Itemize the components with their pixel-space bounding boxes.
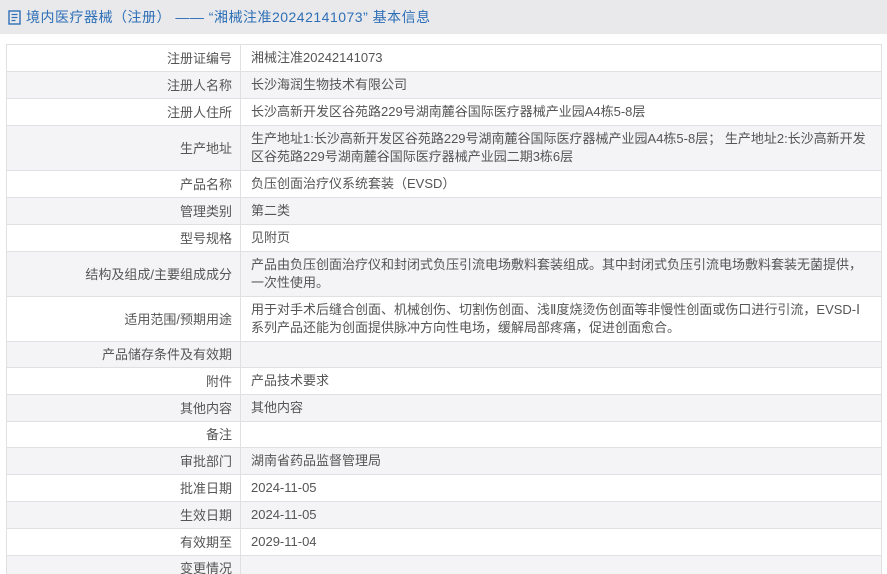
row-label: 注册人名称 bbox=[7, 72, 241, 98]
row-value: 2024-11-05 bbox=[251, 507, 317, 522]
row-label: 备注 bbox=[7, 422, 241, 447]
table-row: 审批部门 湖南省药品监督管理局 bbox=[7, 448, 881, 475]
row-label: 生效日期 bbox=[7, 502, 241, 528]
table-row: 管理类别 第二类 bbox=[7, 198, 881, 225]
row-value bbox=[241, 422, 881, 447]
row-value bbox=[241, 342, 881, 367]
table-row: 注册人住所 长沙高新开发区谷苑路229号湖南麓谷国际医疗器械产业园A4栋5-8层 bbox=[7, 99, 881, 126]
table-row: 生效日期 2024-11-05 bbox=[7, 502, 881, 529]
table-row: 注册证编号 湘械注准20242141073 bbox=[7, 45, 881, 72]
page-title: 境内医疗器械（注册） —— “湘械注准20242141073” 基本信息 bbox=[26, 9, 431, 25]
row-value: 产品技术要求 bbox=[251, 373, 330, 388]
row-label: 结构及组成/主要组成成分 bbox=[7, 252, 241, 296]
row-label: 变更情况 bbox=[7, 556, 241, 574]
row-label: 适用范围/预期用途 bbox=[7, 297, 241, 341]
row-value: 第二类 bbox=[251, 203, 291, 218]
row-value: 2024-11-05 bbox=[251, 480, 317, 495]
row-value: 见附页 bbox=[251, 230, 291, 245]
table-row: 附件 产品技术要求 bbox=[7, 368, 881, 395]
table-row: 产品储存条件及有效期 bbox=[7, 342, 881, 368]
row-value: 其他内容 bbox=[251, 400, 304, 415]
row-value bbox=[241, 556, 881, 574]
row-value: 2029-11-04 bbox=[251, 534, 317, 549]
row-value: 生产地址1:长沙高新开发区谷苑路229号湖南麓谷国际医疗器械产业园A4栋5-8层… bbox=[251, 131, 866, 164]
row-label: 产品储存条件及有效期 bbox=[7, 342, 241, 367]
row-value: 产品由负压创面治疗仪和封闭式负压引流电场敷料套装组成。其中封闭式负压引流电场敷料… bbox=[251, 257, 863, 290]
row-label: 附件 bbox=[7, 368, 241, 394]
table-row: 型号规格 见附页 bbox=[7, 225, 881, 252]
row-value: 湘械注准20242141073 bbox=[251, 50, 383, 65]
row-value: 长沙高新开发区谷苑路229号湖南麓谷国际医疗器械产业园A4栋5-8层 bbox=[251, 104, 646, 119]
row-label: 型号规格 bbox=[7, 225, 241, 251]
row-label: 审批部门 bbox=[7, 448, 241, 474]
row-label: 产品名称 bbox=[7, 171, 241, 197]
row-value: 负压创面治疗仪系统套装（EVSD） bbox=[251, 176, 456, 191]
table-row: 备注 bbox=[7, 422, 881, 448]
row-value: 用于对手术后缝合创面、机械创伤、切割伤创面、浅Ⅱ度烧烫伤创面等非慢性创面或伤口进… bbox=[251, 302, 860, 335]
table-row: 结构及组成/主要组成成分 产品由负压创面治疗仪和封闭式负压引流电场敷料套装组成。… bbox=[7, 252, 881, 297]
table-row: 注册人名称 长沙海润生物技术有限公司 bbox=[7, 72, 881, 99]
info-table: 注册证编号 湘械注准20242141073 注册人名称 长沙海润生物技术有限公司… bbox=[6, 44, 882, 574]
page-header: 境内医疗器械（注册） —— “湘械注准20242141073” 基本信息 bbox=[0, 0, 887, 34]
row-value: 长沙海润生物技术有限公司 bbox=[251, 77, 408, 92]
table-row: 批准日期 2024-11-05 bbox=[7, 475, 881, 502]
table-row: 生产地址 生产地址1:长沙高新开发区谷苑路229号湖南麓谷国际医疗器械产业园A4… bbox=[7, 126, 881, 171]
row-label: 其他内容 bbox=[7, 395, 241, 421]
document-icon bbox=[8, 9, 21, 25]
row-label: 注册证编号 bbox=[7, 45, 241, 71]
row-label: 注册人住所 bbox=[7, 99, 241, 125]
table-row: 产品名称 负压创面治疗仪系统套装（EVSD） bbox=[7, 171, 881, 198]
row-value: 湖南省药品监督管理局 bbox=[251, 453, 382, 468]
table-row: 其他内容 其他内容 bbox=[7, 395, 881, 422]
row-label: 有效期至 bbox=[7, 529, 241, 555]
row-label: 管理类别 bbox=[7, 198, 241, 224]
table-row: 有效期至 2029-11-04 bbox=[7, 529, 881, 556]
table-row: 变更情况 bbox=[7, 556, 881, 574]
table-row: 适用范围/预期用途 用于对手术后缝合创面、机械创伤、切割伤创面、浅Ⅱ度烧烫伤创面… bbox=[7, 297, 881, 342]
row-label: 批准日期 bbox=[7, 475, 241, 501]
row-label: 生产地址 bbox=[7, 126, 241, 170]
